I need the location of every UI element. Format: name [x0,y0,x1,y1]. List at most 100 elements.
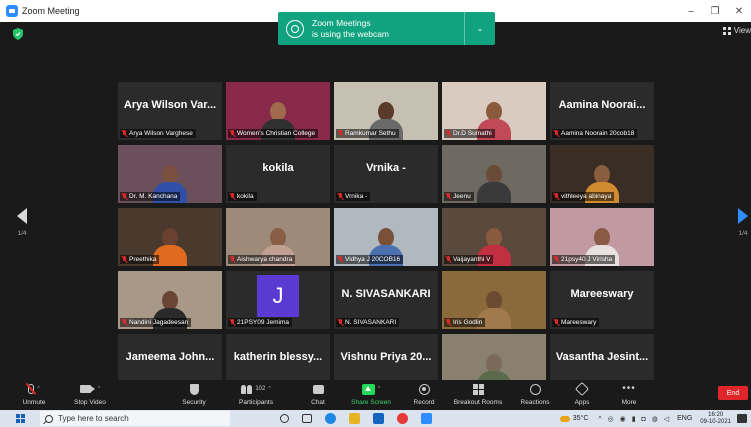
participant-name-label: Preethika [120,255,160,264]
participant-display-name: Aamina Noorai... [558,99,646,111]
more-button[interactable]: ••• More [601,382,657,407]
encryption-shield-icon[interactable] [13,28,23,40]
participants-icon [241,384,253,394]
participant-name: vithleeya abinaya [561,193,612,200]
video-camera-icon [79,385,95,393]
notification-body: is using the webcam [312,28,390,39]
participant-tile[interactable]: Vidhya J 20COB16 [334,208,438,266]
participant-tile[interactable]: Preethika [118,208,222,266]
apps-icon [574,381,590,397]
muted-mic-icon [554,256,559,263]
webcam-notification[interactable]: Zoom Meetings is using the webcam ⌄ [278,12,495,45]
security-button[interactable]: Security [166,382,222,406]
participant-tile[interactable]: J 21PSY09 Jemima [226,271,330,329]
participant-tile[interactable]: Aishwarya chandra [226,208,330,266]
participant-name: Mareeswary [561,319,597,326]
unmute-label: Unmute [22,399,46,406]
participant-name-label: Jeenu [444,192,474,201]
caret-up-icon[interactable]: ^ [98,386,100,392]
muted-mic-icon [446,193,451,200]
task-view-icon[interactable] [302,414,312,423]
participants-button[interactable]: 102 ^ Participants [228,382,284,406]
start-button[interactable] [12,410,28,427]
tray-icons[interactable]: ^ ◎ ◉ ▮ ◘ ◍ ◁ [598,415,671,423]
participant-name-label: Vrnika - [336,192,371,201]
zoom-taskbar-icon[interactable] [421,413,432,424]
chat-button[interactable]: Chat [290,382,346,406]
chevron-down-icon[interactable]: ⌄ [465,24,495,33]
stop-video-label: Stop Video [74,399,106,406]
maximize-button[interactable]: ❐ [703,0,727,22]
weather-icon[interactable] [559,415,570,422]
participant-name-label: Vaijayanthi V [444,255,494,264]
clock-date: 09-10-2021 [700,418,731,425]
participant-display-name: katherin blessy... [233,351,323,363]
participant-tile[interactable]: N. SIVASANKARI N. SIVASANKARI [334,271,438,329]
clock[interactable]: 16:20 09-10-2021 [700,412,731,426]
caret-up-icon[interactable]: ^ [268,386,270,392]
view-button[interactable]: View [722,26,751,35]
search-icon [45,414,53,423]
participant-name: Vaijayanthi V [453,256,491,263]
participant-tile[interactable]: Mareeswary Mareeswary [550,271,654,329]
window-controls: – ❐ ✕ [679,0,751,22]
previous-page-button[interactable]: 1/4 [14,208,30,237]
participant-tile[interactable]: 21psy40 J Virisha [550,208,654,266]
notification-center-icon[interactable] [737,414,747,423]
participant-name: Vrnika - [345,193,368,200]
cortana-icon[interactable] [280,414,289,423]
muted-mic-icon [554,130,559,137]
participant-tile[interactable]: Dr.D Sumathi [442,82,546,140]
participant-tile[interactable]: Aamina Noorai... Aamina Noorain 20cob18 [550,82,654,140]
muted-mic-icon [338,319,343,326]
participant-tile[interactable]: vithleeya abinaya [550,145,654,203]
muted-mic-icon [230,319,235,326]
participant-tile[interactable]: Ramkumar Sethu [334,82,438,140]
next-page-button[interactable]: 1/4 [735,208,751,237]
breakout-rooms-label: Breakout Rooms [453,399,503,406]
close-button[interactable]: ✕ [727,0,751,22]
language-indicator[interactable]: ENG [677,415,692,422]
muted-mic-icon [122,256,127,263]
participant-tile[interactable]: Nandini Jagadeesan [118,271,222,329]
file-explorer-icon[interactable] [349,413,360,424]
caret-up-icon[interactable]: ^ [37,386,39,392]
unmute-button[interactable]: ^ Unmute [6,382,62,406]
participant-name: Dr.D Sumathi [453,130,492,137]
participant-name: Arya Wilson Varghese [129,130,193,137]
participant-name: Iris Godlin [453,319,483,326]
mail-icon[interactable] [373,413,384,424]
breakout-rooms-button[interactable]: Breakout Rooms [450,382,506,406]
participant-tile[interactable]: kokila kokila [226,145,330,203]
participant-tile[interactable]: Dr. M. Kanchana [118,145,222,203]
participant-display-name: Vasantha Jesint... [555,351,649,363]
muted-mic-icon [446,319,451,326]
grid-view-icon [722,26,731,35]
muted-mic-icon [554,319,559,326]
taskbar-search[interactable]: Type here to search [40,411,230,426]
participant-tile[interactable]: Women's Christian College [226,82,330,140]
participant-tile[interactable]: Vrnika - Vrnika - [334,145,438,203]
participant-name: Vidhya J 20COB16 [345,256,401,263]
share-screen-button[interactable]: ^ Share Screen [343,382,399,406]
participant-name-label: Dr. M. Kanchana [120,192,181,201]
participant-tile[interactable]: Vaijayanthi V [442,208,546,266]
stop-video-button[interactable]: ^ Stop Video [62,382,118,406]
share-screen-label: Share Screen [351,399,391,406]
edge-browser-icon[interactable] [325,413,336,424]
muted-mic-icon [230,130,235,137]
minimize-button[interactable]: – [679,0,703,22]
arrow-left-icon [17,208,27,224]
end-meeting-button[interactable]: End [718,386,748,400]
record-button[interactable]: Record [396,382,452,406]
participant-name: Dr. M. Kanchana [129,193,178,200]
participant-tile[interactable]: Arya Wilson Var... Arya Wilson Varghese [118,82,222,140]
participant-tile[interactable]: Iris Godlin [442,271,546,329]
notification-title: Zoom Meetings [312,17,371,28]
caret-up-icon[interactable]: ^ [378,386,380,392]
temperature[interactable]: 35°C [573,415,589,422]
participant-tile[interactable]: Jeenu [442,145,546,203]
participant-display-name: kokila [262,162,294,174]
chrome-browser-icon[interactable] [397,413,408,424]
participant-avatar: J [257,275,299,317]
